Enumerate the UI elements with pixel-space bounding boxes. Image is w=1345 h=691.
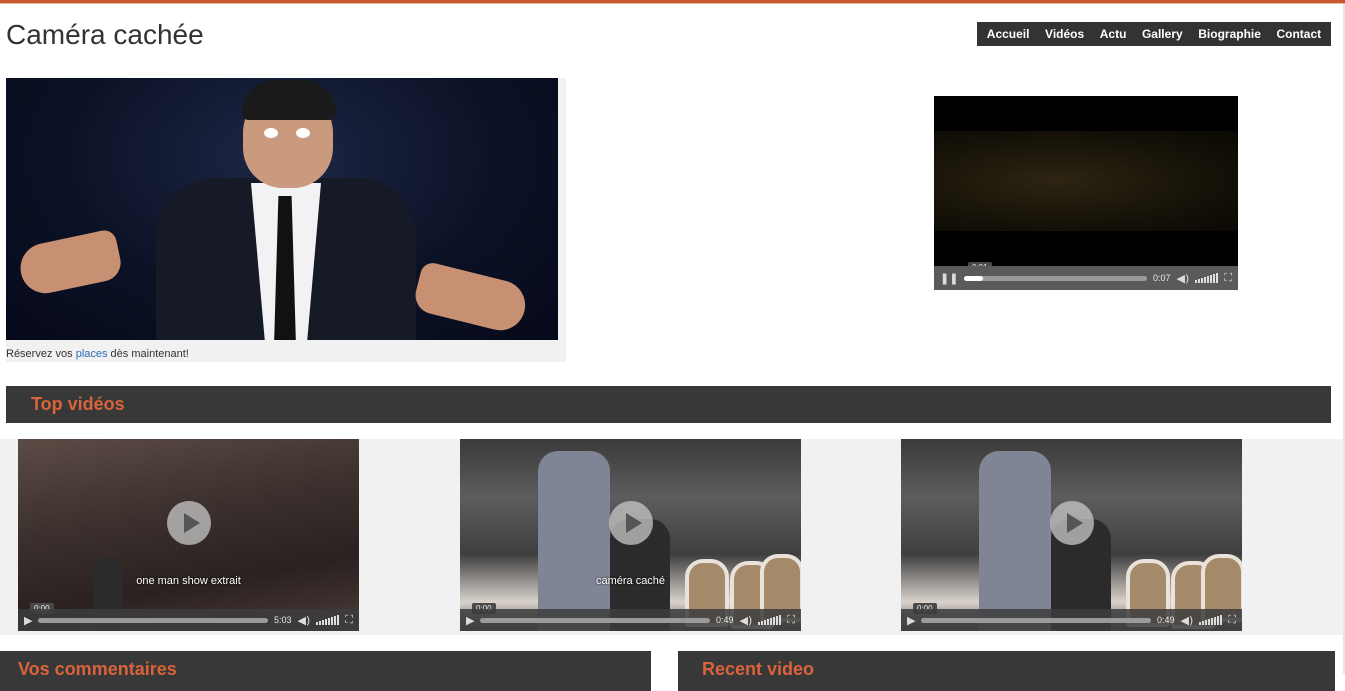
hero-caption-text: Réservez vos <box>6 348 76 360</box>
video-card[interactable]: 0:00 ▶ 0:49 ◀) ⛶ <box>901 439 1242 631</box>
nav-item-actu[interactable]: Actu <box>1100 27 1127 41</box>
video-title: caméra caché <box>595 575 666 587</box>
video-controls: ▶ 0:49 ◀) ⛶ <box>901 609 1242 631</box>
hero-caption: Réservez vos places dès maintenant! <box>6 348 189 360</box>
nav-item-videos[interactable]: Vidéos <box>1045 27 1084 41</box>
volume-slider[interactable] <box>1199 615 1223 625</box>
nav-item-accueil[interactable]: Accueil <box>987 27 1030 41</box>
play-icon[interactable] <box>1049 501 1094 545</box>
hero-caption-text-end: dès maintenant! <box>107 348 189 360</box>
progress-bar[interactable] <box>921 617 1151 623</box>
nav-item-contact[interactable]: Contact <box>1276 27 1321 41</box>
site-title[interactable]: Caméra cachée <box>6 19 204 51</box>
hero-figure-hair <box>242 80 336 120</box>
hero-figure-eye <box>296 128 310 138</box>
video-card[interactable]: caméra caché 0:00 ▶ 0:49 ◀) ⛶ <box>460 439 801 631</box>
volume-icon[interactable]: ◀) <box>1177 272 1190 285</box>
video-card[interactable]: one man show extrait 0:00 ▶ 5:03 ◀) ⛶ <box>18 439 359 631</box>
video-duration: 0:07 <box>1153 273 1171 283</box>
top-accent-line-light <box>0 3 1345 4</box>
play-icon[interactable]: ▶ <box>907 614 915 627</box>
volume-slider[interactable] <box>758 615 782 625</box>
featured-video-player[interactable]: 0:01 ❚❚ 0:07 ◀) ⛶ <box>934 96 1238 290</box>
nav-item-biographie[interactable]: Biographie <box>1198 27 1261 41</box>
volume-slider[interactable] <box>316 615 340 625</box>
nav-item-gallery[interactable]: Gallery <box>1142 27 1183 41</box>
pause-icon[interactable]: ❚❚ <box>940 272 958 285</box>
play-icon[interactable] <box>166 501 211 545</box>
hero-section: Réservez vos places dès maintenant! <box>6 78 566 362</box>
top-videos-list: one man show extrait 0:00 ▶ 5:03 ◀) ⛶ ca… <box>0 439 1343 635</box>
hero-figure-hand <box>15 228 125 298</box>
video-title: one man show extrait <box>136 575 241 587</box>
progress-bar[interactable] <box>480 617 710 623</box>
video-duration: 5:03 <box>274 615 292 625</box>
play-icon[interactable]: ▶ <box>24 614 32 627</box>
comments-panel-header: Vos commentaires <box>0 651 651 691</box>
progress-fill <box>964 275 983 281</box>
fullscreen-icon[interactable]: ⛶ <box>345 613 353 627</box>
progress-bar[interactable] <box>38 617 268 623</box>
recent-video-heading: Recent video <box>702 659 815 679</box>
play-icon[interactable]: ▶ <box>466 614 474 627</box>
places-link[interactable]: places <box>76 348 108 360</box>
hero-image <box>6 78 558 340</box>
top-videos-heading: Top vidéos <box>31 394 125 414</box>
hero-figure-eye <box>264 128 278 138</box>
hero-figure-hand <box>411 260 531 336</box>
top-videos-header: Top vidéos <box>6 386 1331 423</box>
video-duration: 0:49 <box>716 615 734 625</box>
fullscreen-icon[interactable]: ⛶ <box>1228 613 1236 627</box>
video-scene-person <box>538 451 610 631</box>
volume-icon[interactable]: ◀) <box>1181 614 1194 627</box>
fullscreen-icon[interactable]: ⛶ <box>787 613 795 627</box>
volume-icon[interactable]: ◀) <box>298 614 311 627</box>
featured-video-frame <box>934 131 1238 231</box>
volume-icon[interactable]: ◀) <box>740 614 753 627</box>
video-controls: ▶ 0:49 ◀) ⛶ <box>460 609 801 631</box>
progress-bar[interactable] <box>964 275 1147 281</box>
video-controls: ▶ 5:03 ◀) ⛶ <box>18 609 359 631</box>
main-nav: Accueil Vidéos Actu Gallery Biographie C… <box>977 22 1331 46</box>
play-icon[interactable] <box>608 501 653 545</box>
volume-slider[interactable] <box>1195 273 1219 283</box>
fullscreen-icon[interactable]: ⛶ <box>1224 271 1232 285</box>
video-controls: ❚❚ 0:07 ◀) ⛶ <box>934 266 1238 290</box>
comments-heading: Vos commentaires <box>18 659 177 679</box>
video-scene-person <box>979 451 1051 631</box>
video-duration: 0:49 <box>1157 615 1175 625</box>
recent-video-panel-header: Recent video <box>678 651 1335 691</box>
